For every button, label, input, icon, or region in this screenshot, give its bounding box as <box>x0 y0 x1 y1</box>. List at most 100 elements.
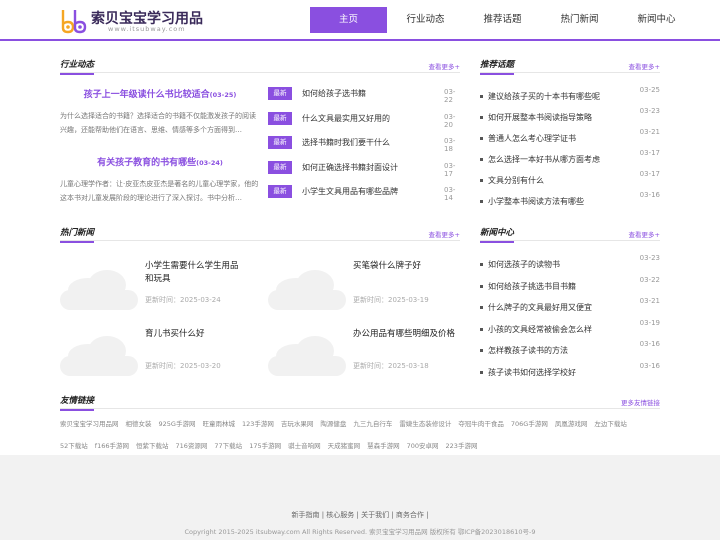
list-item[interactable]: 如何选孩子的读物书 03-23 <box>480 254 660 276</box>
list-item[interactable]: 如何开展整本书阅读指导策略 03-23 <box>480 107 660 128</box>
list-item-date: 03-17 <box>639 149 660 157</box>
recommend-more-link[interactable]: 查看更多+ <box>629 61 660 71</box>
list-item[interactable]: 文具分别有什么 03-17 <box>480 170 660 191</box>
bullet-icon <box>480 370 483 374</box>
friend-link[interactable]: 九三九自行车 <box>353 420 392 428</box>
bullet-icon <box>480 349 483 352</box>
list-item-title[interactable]: 如何选孩子的读物书 <box>488 259 560 270</box>
list-item[interactable]: 孩子读书如何选择学校好 03-16 <box>480 362 660 384</box>
friend-link[interactable]: 夺冠牛肉干食品 <box>458 420 504 428</box>
list-item-title[interactable]: 小孩的文具经常被偷会怎么样 <box>488 324 592 335</box>
friend-link[interactable]: 223手游网 <box>446 442 478 450</box>
friend-link[interactable]: 索贝宝宝学习用品网 <box>60 420 119 428</box>
friend-link[interactable]: 925G手游网 <box>159 420 196 428</box>
featured-title[interactable]: 孩子上一年级读什么书比较适合(03-25) <box>60 87 260 100</box>
friend-link[interactable]: 陶源健盘 <box>320 420 346 428</box>
list-item-title[interactable]: 如何正确选择书籍封面设计 <box>302 162 398 173</box>
list-item[interactable]: 建议给孩子买的十本书有哪些呢 03-25 <box>480 86 660 107</box>
nav-recommend[interactable]: 推荐话题 <box>464 7 541 33</box>
list-item-title[interactable]: 普通人怎么考心理学证书 <box>488 133 576 144</box>
friend-link[interactable]: 706G手游网 <box>511 420 548 428</box>
list-item-title[interactable]: 如何给孩子选书籍 <box>302 88 366 99</box>
friend-link[interactable]: 716资源网 <box>175 442 207 450</box>
nav-home[interactable]: 主页 <box>310 7 387 33</box>
recommend-title: 推荐话题 <box>480 58 515 75</box>
bullet-icon <box>480 306 483 309</box>
featured-article[interactable]: 有关孩子教育的书有哪些(03-24) 儿童心理学作者：让·皮亚杰皮亚杰是著名的儿… <box>60 155 260 205</box>
list-item[interactable]: 普通人怎么考心理学证书 03-21 <box>480 128 660 149</box>
footer-links[interactable]: 新手指南 | 核心服务 | 关于我们 | 商务合作 | <box>0 510 720 520</box>
hot-news-title[interactable]: 小学生需要什么学生用品和玩具 <box>145 260 245 286</box>
list-item-date: 03-16 <box>639 191 660 199</box>
hot-news-item[interactable]: 小学生需要什么学生用品和玩具 更新时间：2025-03-24 <box>60 260 260 316</box>
friend-link[interactable]: 77下载站 <box>214 442 242 450</box>
hot-section-header: 热门新闻 查看更多+ <box>60 225 460 243</box>
bullet-icon <box>480 95 483 98</box>
list-item-title[interactable]: 建议给孩子买的十本书有哪些呢 <box>488 91 600 102</box>
hot-news-item[interactable]: 办公用品有哪些明细及价格 更新时间：2025-03-18 <box>268 326 468 382</box>
list-item-title[interactable]: 什么牌子的文具最好用又便宜 <box>488 302 592 313</box>
friend-link[interactable]: 相德女装 <box>126 420 152 428</box>
friend-link[interactable]: 52下载站 <box>60 442 88 450</box>
list-item-title[interactable]: 如何给孩子挑选书目书籍 <box>488 281 576 292</box>
list-item[interactable]: 怎样教孩子读书的方法 03-16 <box>480 340 660 362</box>
list-item[interactable]: 怎么选择一本好书从哪方面考虑 03-17 <box>480 149 660 170</box>
list-item[interactable]: 小孩的文具经常被偷会怎么样 03-19 <box>480 319 660 341</box>
friend-link[interactable]: 旺童雨林城 <box>202 420 235 428</box>
friend-link[interactable]: 175手游网 <box>249 442 281 450</box>
cloud-thumbnail[interactable] <box>268 260 346 314</box>
list-item-title[interactable]: 选择书籍时我们要干什么 <box>302 137 390 148</box>
hot-news-title[interactable]: 育儿书买什么好 <box>145 328 245 341</box>
list-item[interactable]: 如何给孩子挑选书目书籍 03-22 <box>480 276 660 298</box>
list-item-title[interactable]: 文具分别有什么 <box>488 175 544 186</box>
list-item-title[interactable]: 如何开展整本书阅读指导策略 <box>488 112 592 123</box>
list-item-title[interactable]: 孩子读书如何选择学校好 <box>488 367 576 378</box>
bullet-icon <box>480 179 483 182</box>
hot-more-link[interactable]: 查看更多+ <box>429 229 460 239</box>
list-item-title[interactable]: 怎样教孩子读书的方法 <box>488 345 568 356</box>
friend-link[interactable]: 骐士音响网 <box>288 442 321 450</box>
featured-title[interactable]: 有关孩子教育的书有哪些(03-24) <box>60 155 260 168</box>
industry-more-link[interactable]: 查看更多+ <box>429 61 460 71</box>
friend-link[interactable]: 恒紫下载站 <box>136 442 169 450</box>
list-item[interactable]: 小学整本书阅读方法有哪些 03-16 <box>480 191 660 212</box>
friend-link[interactable]: 吉玩水果网 <box>281 420 314 428</box>
friend-links-list: 索贝宝宝学习用品网 相德女装 925G手游网 旺童雨林城 123手游网 吉玩水果网 陶源健盘… <box>60 413 660 457</box>
hot-news-title[interactable]: 买笔袋什么牌子好 <box>353 260 453 273</box>
friend-links-more-link[interactable]: 更多友情链接 <box>621 397 660 407</box>
friend-link[interactable]: 慧森手游网 <box>367 442 400 450</box>
news-center-more-link[interactable]: 查看更多+ <box>629 229 660 239</box>
list-item-title[interactable]: 怎么选择一本好书从哪方面考虑 <box>488 154 600 165</box>
featured-article[interactable]: 孩子上一年级读什么书比较适合(03-25) 为什么选择适合的书籍？选择适合的书籍… <box>60 87 260 137</box>
hot-news-item[interactable]: 育儿书买什么好 更新时间：2025-03-20 <box>60 326 260 382</box>
hot-news-title[interactable]: 办公用品有哪些明细及价格 <box>353 328 473 341</box>
hot-news-item[interactable]: 买笔袋什么牌子好 更新时间：2025-03-19 <box>268 260 468 316</box>
list-item-date: 03-17 <box>444 161 456 178</box>
hot-news-date: 更新时间：2025-03-24 <box>145 296 221 304</box>
friend-link[interactable]: 天成猪蜜网 <box>328 442 361 450</box>
friend-link[interactable]: 雷婕生态装修设计 <box>399 420 451 428</box>
hot-title: 热门新闻 <box>60 226 95 243</box>
cloud-thumbnail[interactable] <box>60 260 138 314</box>
nav-news-center[interactable]: 新闻中心 <box>618 7 695 33</box>
list-item-title[interactable]: 小学生文具用品有哪些品牌 <box>302 186 398 197</box>
cloud-thumbnail[interactable] <box>60 326 138 380</box>
list-item-title[interactable]: 小学整本书阅读方法有哪些 <box>488 196 584 207</box>
cloud-thumbnail[interactable] <box>268 326 346 380</box>
hot-news-date: 更新时间：2025-03-18 <box>353 362 429 370</box>
list-item[interactable]: 什么牌子的文具最好用又便宜 03-21 <box>480 297 660 319</box>
nav-industry[interactable]: 行业动态 <box>387 7 464 33</box>
friend-link[interactable]: 左边下载站 <box>594 420 627 428</box>
site-logo[interactable]: 索贝宝宝学习用品 www.itsubway.com <box>60 6 220 36</box>
nav-hot-news[interactable]: 热门新闻 <box>541 7 618 33</box>
list-item-title[interactable]: 什么文具最实用又好用的 <box>302 113 390 124</box>
hot-news-date: 更新时间：2025-03-19 <box>353 296 429 304</box>
friend-link[interactable]: 123手游网 <box>242 420 274 428</box>
friend-link[interactable]: 凤凰游戏网 <box>555 420 588 428</box>
friend-link[interactable]: f166手游网 <box>95 442 129 450</box>
hot-news-date: 更新时间：2025-03-20 <box>145 362 221 370</box>
new-badge: 最新 <box>268 87 292 100</box>
list-item-date: 03-14 <box>444 186 456 202</box>
friend-link[interactable]: 700安卓网 <box>407 442 439 450</box>
industry-title: 行业动态 <box>60 58 95 75</box>
